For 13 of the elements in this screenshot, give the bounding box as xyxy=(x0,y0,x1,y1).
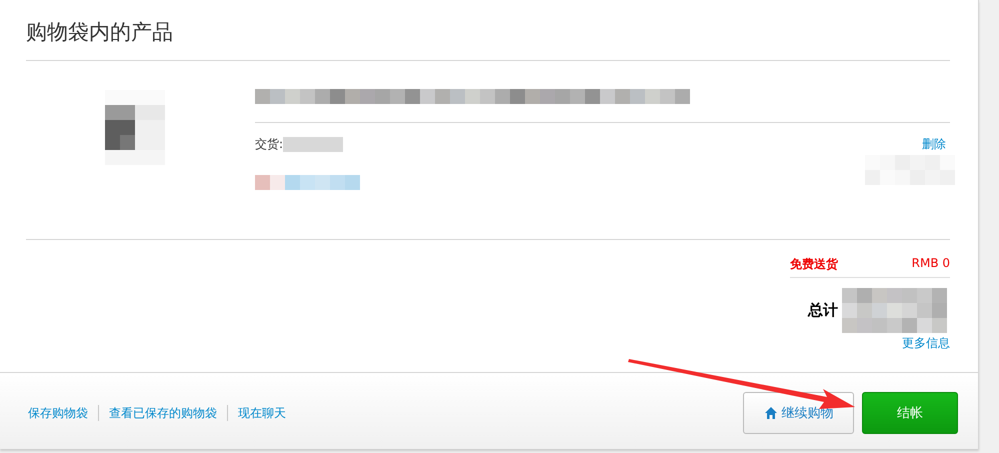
section-heading: 购物袋内的产品 xyxy=(26,19,174,46)
home-icon xyxy=(764,406,778,420)
total-label: 总计 xyxy=(808,301,838,320)
delivery-label: 交货: xyxy=(255,136,284,153)
footer-link[interactable]: 保存购物袋 xyxy=(28,404,88,422)
footer-link[interactable]: 查看已保存的购物袋 xyxy=(109,404,217,422)
checkout-button[interactable]: 结帐 xyxy=(862,392,958,434)
more-info-link[interactable]: 更多信息 xyxy=(902,335,950,352)
redacted-block xyxy=(283,137,344,152)
shipping-label: 免费送货 xyxy=(790,256,838,273)
shipping-value: RMB 0 xyxy=(912,256,950,272)
footer-link[interactable]: 现在聊天 xyxy=(238,404,286,422)
delete-link[interactable]: 删除 xyxy=(922,136,946,153)
